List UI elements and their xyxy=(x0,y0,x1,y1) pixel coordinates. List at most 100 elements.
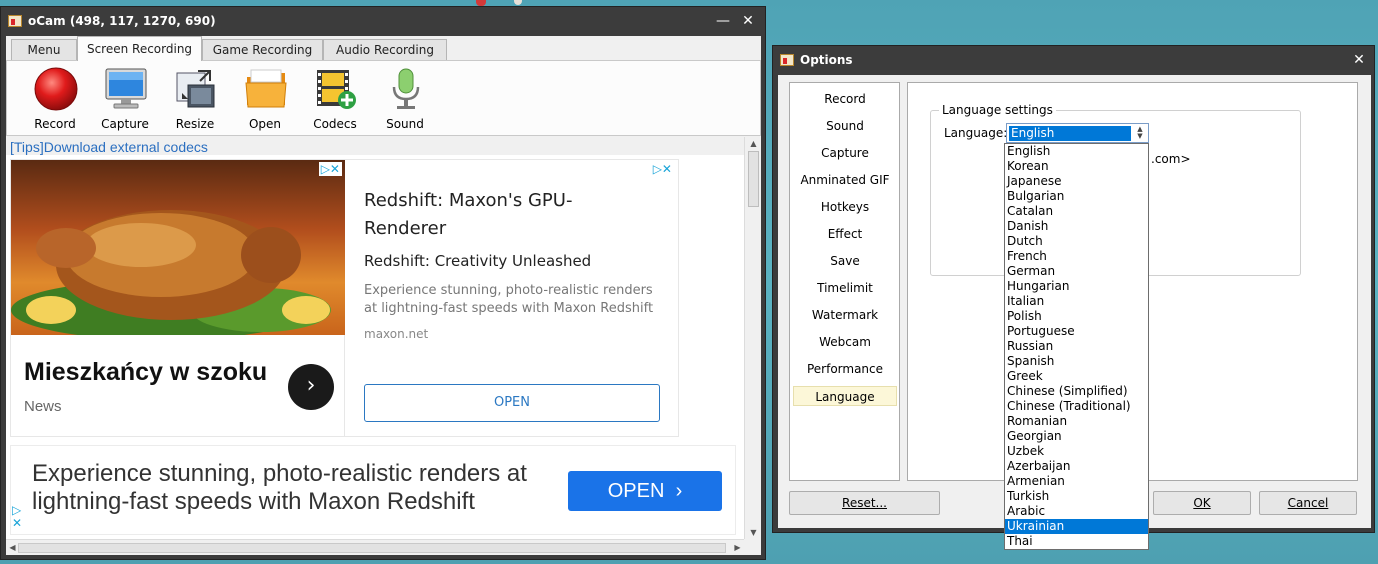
open-button[interactable]: Open xyxy=(231,67,299,133)
language-dropdown-list[interactable]: English Korean Japanese Bulgarian Catala… xyxy=(1004,143,1149,550)
nav-item-language[interactable]: Language xyxy=(793,386,897,406)
language-option[interactable]: Georgian xyxy=(1005,429,1148,444)
language-option[interactable]: Turkish xyxy=(1005,489,1148,504)
scroll-thumb[interactable] xyxy=(748,151,759,207)
scroll-down-icon[interactable]: ▼ xyxy=(749,528,758,537)
options-app-icon xyxy=(780,54,794,66)
language-option[interactable]: Romanian xyxy=(1005,414,1148,429)
microphone-icon xyxy=(392,68,420,109)
monitor-icon xyxy=(105,68,147,109)
language-option[interactable]: Japanese xyxy=(1005,174,1148,189)
resize-icon xyxy=(176,70,215,108)
record-button[interactable]: Record xyxy=(21,67,89,133)
language-option[interactable]: Danish xyxy=(1005,219,1148,234)
ad-choices-icon[interactable]: ▷✕ xyxy=(318,162,342,176)
horizontal-scrollbar[interactable]: ◀ ▶ xyxy=(6,539,744,555)
language-option[interactable]: Armenian xyxy=(1005,474,1148,489)
banner-open-button[interactable]: OPEN › xyxy=(568,471,722,511)
nav-item-effect[interactable]: Effect xyxy=(793,224,897,244)
options-titlebar[interactable]: Options ✕ xyxy=(773,46,1374,75)
ad-arrow-button[interactable]: › xyxy=(288,364,334,410)
ad-choices-icon[interactable]: ▷✕ xyxy=(12,504,22,530)
language-option[interactable]: Catalan xyxy=(1005,204,1148,219)
minimize-button[interactable]: — xyxy=(714,12,732,30)
tab-menu[interactable]: Menu xyxy=(11,39,77,60)
tab-game-recording[interactable]: Game Recording xyxy=(202,39,323,60)
sound-button[interactable]: Sound xyxy=(371,67,439,133)
language-option[interactable]: Russian xyxy=(1005,339,1148,354)
vertical-scrollbar[interactable]: ▲ ▼ xyxy=(744,137,761,539)
codecs-button[interactable]: Codecs xyxy=(301,67,369,133)
ocam-client: Menu Screen Recording Game Recording Aud… xyxy=(6,36,761,555)
nav-item-capture[interactable]: Capture xyxy=(793,143,897,163)
ad-banner[interactable]: Experience stunning, photo-realistic ren… xyxy=(10,445,736,535)
nav-item-watermark[interactable]: Watermark xyxy=(793,305,897,325)
language-option[interactable]: Greek xyxy=(1005,369,1148,384)
language-option[interactable]: Arabic xyxy=(1005,504,1148,519)
language-option[interactable]: Portuguese xyxy=(1005,324,1148,339)
language-option[interactable]: Uzbek xyxy=(1005,444,1148,459)
language-option[interactable]: Korean xyxy=(1005,159,1148,174)
nav-item-animated-gif[interactable]: Anminated GIF xyxy=(793,170,897,190)
language-option[interactable]: English xyxy=(1005,144,1148,159)
ad-card-news[interactable]: ▷✕ Mieszkańcy w szoku News › xyxy=(10,159,346,437)
close-button[interactable]: ✕ xyxy=(739,12,757,30)
cancel-label: Cancel xyxy=(1287,496,1329,510)
ad-source: News xyxy=(24,398,62,415)
download-codecs-link[interactable]: [Tips]Download external codecs xyxy=(10,139,208,155)
reset-button[interactable]: Reset... xyxy=(789,491,940,515)
nav-item-record[interactable]: Record xyxy=(793,89,897,109)
resize-label: Resize xyxy=(175,117,215,131)
nav-item-hotkeys[interactable]: Hotkeys xyxy=(793,197,897,217)
ok-button[interactable]: OK xyxy=(1153,491,1251,515)
tab-screen-recording[interactable]: Screen Recording xyxy=(77,36,202,61)
ocam-window: oCam (498, 117, 1270, 690) — ✕ Menu Scre… xyxy=(0,6,766,560)
resize-button[interactable]: Resize xyxy=(161,67,229,133)
nav-item-webcam[interactable]: Webcam xyxy=(793,332,897,352)
nav-item-timelimit[interactable]: Timelimit xyxy=(793,278,897,298)
capture-button[interactable]: Capture xyxy=(91,67,159,133)
banner-text: Experience stunning, photo-realistic ren… xyxy=(32,460,527,515)
film-codec-icon xyxy=(317,70,356,109)
ad-area: ▷✕ Mieszkańcy w szoku News › ▷✕ Redshift… xyxy=(6,155,744,539)
language-option-highlighted[interactable]: Ukrainian xyxy=(1005,519,1148,534)
language-option[interactable]: Polish xyxy=(1005,309,1148,324)
language-option[interactable]: Dutch xyxy=(1005,234,1148,249)
language-option[interactable]: Hungarian xyxy=(1005,279,1148,294)
record-label: Record xyxy=(34,117,76,131)
codecs-label: Codecs xyxy=(313,117,357,131)
open-label: Open xyxy=(248,117,282,131)
tab-audio-recording[interactable]: Audio Recording xyxy=(323,39,447,60)
ok-label: OK xyxy=(1193,496,1211,510)
cancel-button[interactable]: Cancel xyxy=(1259,491,1357,515)
folder-icon xyxy=(245,69,287,108)
language-option[interactable]: Chinese (Traditional) xyxy=(1005,399,1148,414)
language-option[interactable]: Thai xyxy=(1005,534,1148,549)
nav-item-save[interactable]: Save xyxy=(793,251,897,271)
scroll-up-icon[interactable]: ▲ xyxy=(749,139,758,148)
scroll-right-icon[interactable]: ▶ xyxy=(733,542,742,553)
language-option[interactable]: Spanish xyxy=(1005,354,1148,369)
options-nav-list: Record Sound Capture Anminated GIF Hotke… xyxy=(789,82,900,481)
nav-item-sound[interactable]: Sound xyxy=(793,116,897,136)
language-option[interactable]: German xyxy=(1005,264,1148,279)
close-button[interactable]: ✕ xyxy=(1350,51,1368,69)
nav-item-performance[interactable]: Performance xyxy=(793,359,897,379)
ad-headline: Mieszkańcy w szoku xyxy=(24,358,268,386)
language-option[interactable]: Azerbaijan xyxy=(1005,459,1148,474)
scroll-thumb[interactable] xyxy=(18,543,726,553)
reset-label: Reset... xyxy=(842,496,887,510)
language-select[interactable]: English ▲ ▼ xyxy=(1006,123,1149,143)
language-option[interactable]: French xyxy=(1005,249,1148,264)
ocam-app-icon xyxy=(8,15,22,27)
ocam-titlebar[interactable]: oCam (498, 117, 1270, 690) — ✕ xyxy=(1,7,765,36)
language-option[interactable]: Italian xyxy=(1005,294,1148,309)
ad-title: Redshift: Maxon's GPU-Renderer xyxy=(364,190,573,239)
ad-open-button[interactable]: OPEN xyxy=(364,384,660,422)
desktop-icon-fragment xyxy=(514,0,522,5)
language-option[interactable]: Bulgarian xyxy=(1005,189,1148,204)
ad-card-redshift[interactable]: ▷✕ Redshift: Maxon's GPU-Renderer Redshi… xyxy=(345,159,679,437)
ad-choices-icon[interactable]: ▷✕ xyxy=(650,162,674,176)
scroll-left-icon[interactable]: ◀ xyxy=(8,542,17,553)
language-option[interactable]: Chinese (Simplified) xyxy=(1005,384,1148,399)
